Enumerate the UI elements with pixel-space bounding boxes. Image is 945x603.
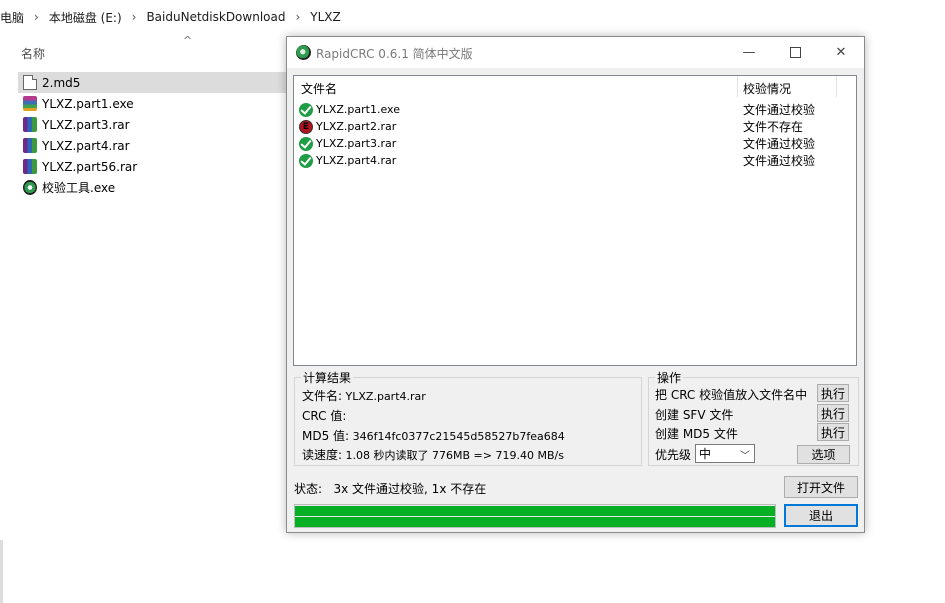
results-group: 计算结果 文件名: YLXZ.part4.rar CRC 值: MD5 值: 3… xyxy=(294,369,642,466)
file-name: 2.md5 xyxy=(42,75,81,90)
chevron-right-icon: › xyxy=(131,10,137,24)
op-create-sfv-label: 创建 SFV 文件 xyxy=(655,408,734,422)
check-ok-icon xyxy=(299,136,313,151)
breadcrumb-drive-e[interactable]: 本地磁盘 (E:) xyxy=(49,9,122,26)
list-row[interactable]: YLXZ.part1.exe 文件通过校验 xyxy=(299,101,851,118)
status-text: 3x 文件通过校验, 1x 不存在 xyxy=(333,482,487,496)
document-icon xyxy=(23,75,37,90)
list-row-name: YLXZ.part1.exe xyxy=(316,103,400,116)
operations-group-title: 操作 xyxy=(655,369,684,386)
close-icon: ✕ xyxy=(835,44,847,60)
result-speed-label: 读速度: xyxy=(302,448,343,462)
rar-icon xyxy=(23,159,37,174)
column-header-status[interactable]: 校验情况 xyxy=(743,80,791,97)
list-row-status: 文件通过校验 xyxy=(743,137,816,151)
file-name: YLXZ.part56.rar xyxy=(42,159,138,174)
operations-group: 操作 把 CRC 校验值放入文件名中 执行 创建 SFV 文件 执行 创建 MD… xyxy=(648,369,859,466)
app-icon xyxy=(296,45,311,60)
results-group-title: 计算结果 xyxy=(301,369,354,386)
file-row-part3[interactable]: YLXZ.part3.rar xyxy=(18,114,286,135)
status-bar: 状态: 3x 文件通过校验, 1x 不存在 xyxy=(294,480,486,497)
list-row-status: 文件通过校验 xyxy=(743,154,816,168)
tool-icon xyxy=(23,180,37,195)
list-row[interactable]: YLXZ.part3.rar 文件通过校验 xyxy=(299,135,851,152)
priority-label: 优先级 xyxy=(655,448,692,462)
rapidcrc-window: RapidCRC 0.6.1 简体中文版 — ✕ 文件名 校验情况 YLXZ.p… xyxy=(286,36,865,533)
exit-button[interactable]: 退出 xyxy=(784,504,858,527)
result-filename-row: 文件名: YLXZ.part4.rar xyxy=(302,387,426,404)
scrollbar[interactable] xyxy=(0,540,3,603)
column-divider[interactable] xyxy=(836,76,837,97)
file-row-md5[interactable]: 2.md5 xyxy=(18,72,286,93)
result-md5-row: MD5 值: 346f14fc0377c21545d58527b7fea684 xyxy=(302,427,565,444)
file-row-part56[interactable]: YLXZ.part56.rar xyxy=(18,156,286,177)
op-create-md5-label: 创建 MD5 文件 xyxy=(655,427,738,441)
list-row-status: 文件通过校验 xyxy=(743,103,816,117)
file-row-part4[interactable]: YLXZ.part4.rar xyxy=(18,135,286,156)
breadcrumb-ylxz[interactable]: YLXZ xyxy=(310,10,340,24)
breadcrumb-this-pc[interactable]: 此电脑 xyxy=(0,9,24,26)
op-crc-to-filename-label: 把 CRC 校验值放入文件名中 xyxy=(655,388,808,402)
minimize-button[interactable]: — xyxy=(726,37,772,67)
status-label: 状态: xyxy=(294,482,323,496)
result-crc-label: CRC 值: xyxy=(302,409,347,423)
address-bar[interactable]: 此电脑 › 本地磁盘 (E:) › BaiduNetdiskDownload ›… xyxy=(0,0,945,34)
list-row[interactable]: YLXZ.part4.rar 文件通过校验 xyxy=(299,152,851,169)
progress-bar xyxy=(294,504,776,528)
minimize-icon: — xyxy=(742,44,756,60)
exe-icon xyxy=(23,96,37,111)
rar-icon xyxy=(23,138,37,153)
maximize-icon xyxy=(789,46,801,58)
result-speed-row: 读速度: 1.08 秒内读取了 776MB => 719.40 MB/s xyxy=(302,446,564,463)
list-row-name: YLXZ.part4.rar xyxy=(316,154,397,167)
open-files-button[interactable]: 打开文件 xyxy=(784,476,858,498)
priority-select[interactable]: 中 ﹀ xyxy=(695,444,755,463)
breadcrumb-baidu-folder[interactable]: BaiduNetdiskDownload xyxy=(146,10,285,24)
progress-fill xyxy=(295,506,775,516)
list-row-status: 文件不存在 xyxy=(743,120,804,134)
chevron-down-icon: ﹀ xyxy=(740,451,750,462)
result-speed-value: 1.08 秒内读取了 776MB => 719.40 MB/s xyxy=(345,449,564,462)
result-md5-value: 346f14fc0377c21545d58527b7fea684 xyxy=(352,430,565,443)
file-name: YLXZ.part4.rar xyxy=(42,138,130,153)
chevron-right-icon: › xyxy=(34,10,39,24)
result-crc-row: CRC 值: xyxy=(302,407,346,424)
column-header-filename[interactable]: 文件名 xyxy=(301,80,337,97)
file-name: YLXZ.part3.rar xyxy=(42,117,130,132)
sort-up-icon: ^ xyxy=(183,34,193,47)
file-row-tool[interactable]: 校验工具.exe xyxy=(18,177,286,198)
error-icon: E xyxy=(299,119,313,134)
priority-value: 中 xyxy=(699,447,712,461)
title-bar[interactable]: RapidCRC 0.6.1 简体中文版 — ✕ xyxy=(287,37,864,68)
rar-icon xyxy=(23,117,37,132)
file-name: 校验工具.exe xyxy=(42,181,116,195)
maximize-button[interactable] xyxy=(772,37,818,67)
file-list: 2.md5 YLXZ.part1.exe YLXZ.part3.rar YLXZ… xyxy=(18,72,286,198)
list-row-name: YLXZ.part2.rar xyxy=(316,120,397,133)
chevron-right-icon: › xyxy=(295,10,301,24)
list-row[interactable]: E YLXZ.part2.rar 文件不存在 xyxy=(299,118,851,135)
close-button[interactable]: ✕ xyxy=(818,37,864,67)
exec-create-sfv-button[interactable]: 执行 xyxy=(817,404,849,422)
file-row-part1[interactable]: YLXZ.part1.exe xyxy=(18,93,286,114)
check-ok-icon xyxy=(299,153,313,168)
progress-fill xyxy=(295,517,775,527)
result-filename-value: YLXZ.part4.rar xyxy=(345,390,426,403)
options-button[interactable]: 选项 xyxy=(797,445,850,464)
file-check-list[interactable]: 文件名 校验情况 YLXZ.part1.exe 文件通过校验 E YLXZ.pa… xyxy=(293,75,857,366)
exec-crc-to-filename-button[interactable]: 执行 xyxy=(817,384,849,402)
file-name: YLXZ.part1.exe xyxy=(42,96,134,111)
check-ok-icon xyxy=(299,102,313,117)
result-filename-label: 文件名: xyxy=(302,389,343,403)
column-divider[interactable] xyxy=(737,76,738,97)
exec-create-md5-button[interactable]: 执行 xyxy=(817,423,849,441)
list-row-name: YLXZ.part3.rar xyxy=(316,137,397,150)
window-title: RapidCRC 0.6.1 简体中文版 xyxy=(316,47,473,61)
name-column-header[interactable]: 名称 xyxy=(21,45,45,62)
result-md5-label: MD5 值: xyxy=(302,429,350,443)
